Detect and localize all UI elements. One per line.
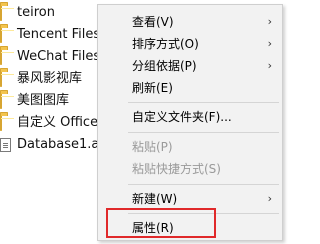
context-menu: 查看(V) › 排序方式(O) › 分组依据(P) › 刷新(E) 自定义文件夹… (97, 4, 283, 241)
menu-separator (128, 132, 279, 133)
menu-label: 属性(R) (132, 221, 174, 235)
menu-item-paste: 粘贴(P) (98, 136, 282, 158)
menu-label: 粘贴快捷方式(S) (132, 162, 221, 176)
chevron-right-icon: › (267, 59, 272, 72)
file-name: teiron (17, 5, 55, 20)
menu-label: 刷新(E) (132, 81, 173, 95)
menu-separator (128, 102, 279, 103)
folder-icon (0, 93, 13, 109)
menu-item-new[interactable]: 新建(W) › (98, 188, 282, 210)
menu-item-sort-by[interactable]: 排序方式(O) › (98, 33, 282, 55)
folder-icon (0, 27, 13, 43)
file-name: 暴风影视库 (17, 71, 83, 86)
document-icon (0, 138, 13, 152)
chevron-right-icon: › (267, 192, 272, 205)
folder-icon (0, 49, 13, 65)
menu-item-paste-shortcut: 粘贴快捷方式(S) (98, 158, 282, 180)
menu-item-refresh[interactable]: 刷新(E) (98, 77, 282, 99)
menu-separator (128, 213, 279, 214)
menu-item-properties[interactable]: 属性(R) (98, 217, 282, 239)
file-name: WeChat Files (17, 49, 101, 64)
menu-item-customize-folder[interactable]: 自定义文件夹(F)... (98, 106, 282, 128)
menu-label: 查看(V) (132, 15, 174, 29)
menu-label: 自定义文件夹(F)... (132, 110, 232, 124)
folder-icon (0, 115, 13, 131)
menu-item-view[interactable]: 查看(V) › (98, 11, 282, 33)
folder-icon (0, 5, 13, 21)
file-name: 美图图库 (17, 93, 70, 108)
file-name: Tencent Files (17, 27, 101, 42)
menu-item-group-by[interactable]: 分组依据(P) › (98, 55, 282, 77)
menu-label: 排序方式(O) (132, 37, 199, 51)
menu-label: 分组依据(P) (132, 59, 197, 73)
chevron-right-icon: › (267, 15, 272, 28)
chevron-right-icon: › (267, 37, 272, 50)
menu-label: 新建(W) (132, 192, 178, 206)
folder-icon (0, 71, 13, 87)
menu-label: 粘贴(P) (132, 140, 173, 154)
menu-separator (128, 184, 279, 185)
